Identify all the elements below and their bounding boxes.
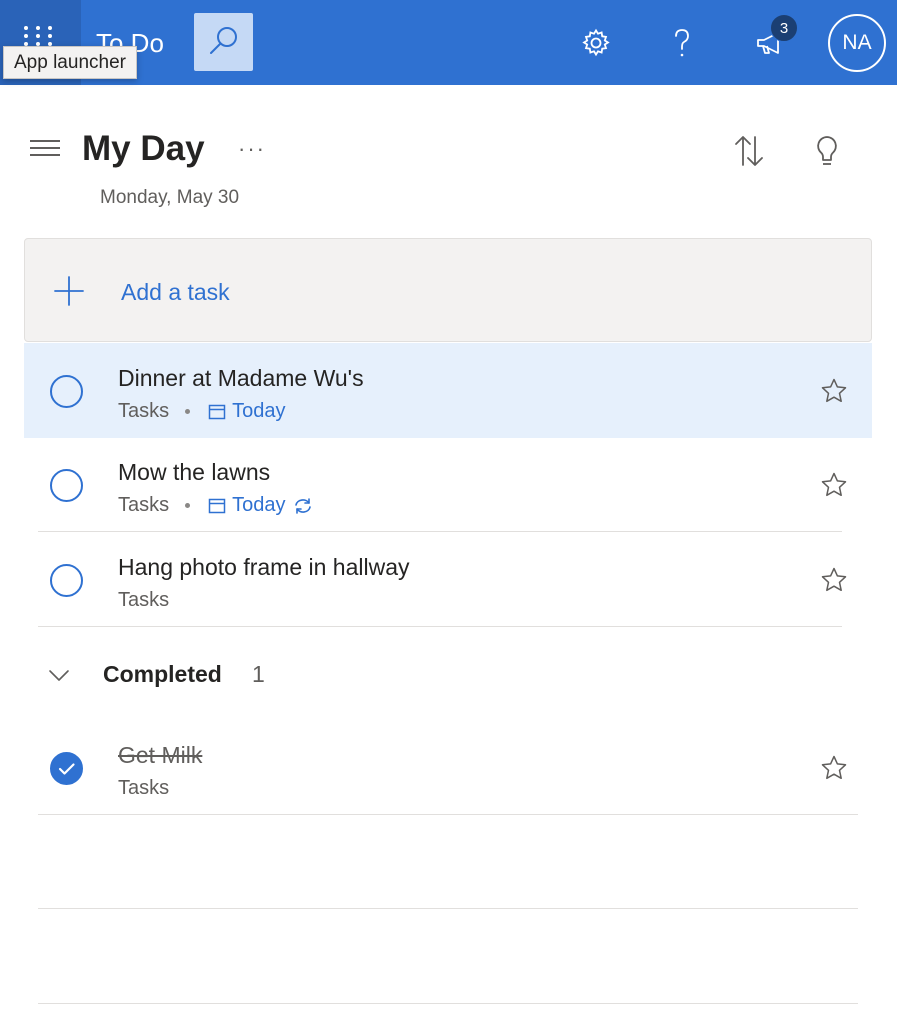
calendar-icon xyxy=(208,498,226,513)
add-task-input[interactable]: Add a task xyxy=(24,238,872,342)
question-mark-icon xyxy=(675,29,689,57)
calendar-icon xyxy=(208,404,226,419)
repeat-icon xyxy=(294,497,311,514)
suggestions-button[interactable] xyxy=(808,132,846,170)
page-title: My Day xyxy=(82,129,205,168)
sort-arrows-icon xyxy=(735,136,763,166)
completed-count: 1 xyxy=(252,661,265,687)
task-list-name: Tasks xyxy=(118,589,170,611)
completed-label: Completed xyxy=(103,661,222,687)
task-complete-checkbox[interactable] xyxy=(50,564,83,597)
task-title: Mow the lawns xyxy=(118,459,271,485)
task-complete-checkbox[interactable] xyxy=(50,375,83,408)
completed-section-toggle[interactable]: Completed 1 xyxy=(40,650,860,700)
search-icon xyxy=(210,27,237,54)
launcher-tooltip: App launcher xyxy=(3,46,137,79)
help-button[interactable] xyxy=(653,14,711,72)
row-divider xyxy=(38,908,858,909)
add-task-label: Add a task xyxy=(121,279,230,305)
task-title: Dinner at Madame Wu's xyxy=(118,365,364,391)
task-item[interactable]: Hang photo frame in hallway Tasks xyxy=(24,532,872,627)
task-list-name: Tasks xyxy=(118,777,170,799)
list-date: Monday, May 30 xyxy=(100,187,240,208)
search-button[interactable] xyxy=(194,13,253,71)
task-meta: Tasks Today xyxy=(118,400,286,423)
completed-task-item[interactable]: Get Milk Tasks xyxy=(24,720,872,815)
task-list-name: Tasks xyxy=(118,400,170,422)
row-divider xyxy=(38,814,858,815)
task-due-date: Today xyxy=(232,400,286,422)
task-list-name: Tasks xyxy=(118,494,170,516)
task-title: Get Milk xyxy=(118,742,203,768)
star-icon[interactable] xyxy=(820,754,848,782)
plus-icon xyxy=(54,276,84,306)
settings-button[interactable] xyxy=(567,14,625,72)
task-complete-checkbox[interactable] xyxy=(50,752,83,785)
gear-icon xyxy=(582,28,610,57)
star-icon[interactable] xyxy=(820,471,848,499)
task-item[interactable]: Mow the lawns Tasks Today xyxy=(24,437,872,532)
checkmark-icon xyxy=(58,763,75,775)
star-icon[interactable] xyxy=(820,566,848,594)
avatar[interactable]: NA xyxy=(828,14,886,72)
hamburger-icon[interactable] xyxy=(30,140,60,160)
task-title: Hang photo frame in hallway xyxy=(118,554,410,580)
task-meta: Tasks xyxy=(118,589,169,612)
lightbulb-icon xyxy=(817,136,837,165)
task-complete-checkbox[interactable] xyxy=(50,469,83,502)
task-item[interactable]: Dinner at Madame Wu's Tasks Today xyxy=(24,343,872,438)
sort-button[interactable] xyxy=(730,132,768,170)
row-divider xyxy=(38,1003,858,1004)
task-meta: Tasks Today xyxy=(118,494,320,517)
star-icon[interactable] xyxy=(820,377,848,405)
task-due-date: Today xyxy=(232,494,286,516)
task-meta: Tasks xyxy=(118,777,169,800)
waffle-grid-icon xyxy=(24,26,52,46)
notification-badge[interactable]: 3 xyxy=(770,14,798,42)
ellipsis-icon[interactable]: ··· xyxy=(238,136,266,162)
chevron-down-icon xyxy=(49,670,69,681)
